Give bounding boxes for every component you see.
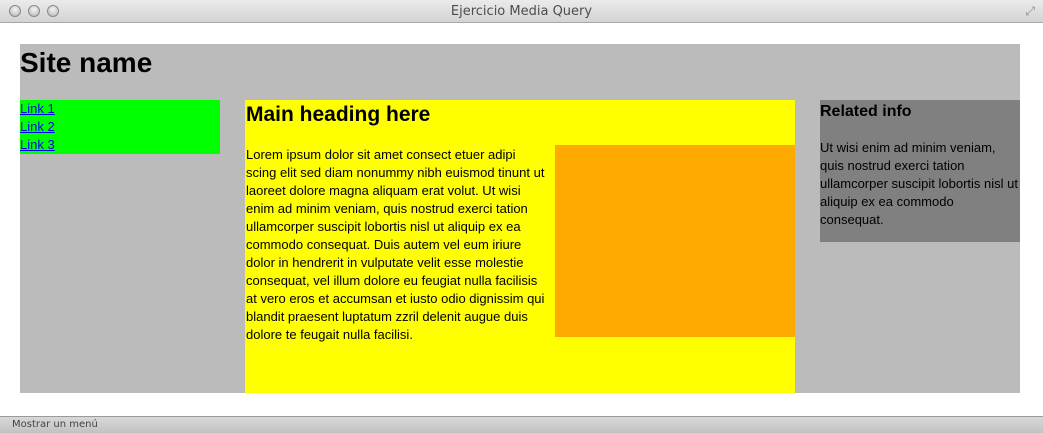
main-heading: Main heading here: [246, 103, 431, 126]
nav-menu: Link 1 Link 2 Link 3: [20, 100, 220, 154]
related-info: Related info Ut wisi enim ad minim venia…: [820, 100, 1020, 242]
nav-link-1[interactable]: Link 1: [20, 100, 220, 118]
window-titlebar: Ejercicio Media Query ⤢: [0, 0, 1043, 23]
window-title: Ejercicio Media Query: [450, 4, 593, 19]
nav-link-3[interactable]: Link 3: [20, 136, 220, 154]
fullscreen-icon[interactable]: ⤢: [1025, 4, 1035, 19]
related-info-text: Ut wisi enim ad minim veniam, quis nostr…: [820, 140, 1018, 227]
related-info-heading: Related info: [820, 103, 912, 120]
nav-link-2[interactable]: Link 2: [20, 118, 220, 136]
orange-box: [555, 145, 795, 337]
site-container: Site name Link 1 Link 2 Link 3 Main head…: [20, 44, 1020, 393]
main-content: Main heading here Lorem ipsum dolor sit …: [245, 100, 795, 393]
site-name: Site name: [20, 47, 153, 78]
main-body-text: Lorem ipsum dolor sit amet consect etuer…: [246, 147, 545, 342]
status-text[interactable]: Mostrar un menú: [12, 419, 98, 430]
status-bar: Mostrar un menú: [0, 416, 1043, 433]
